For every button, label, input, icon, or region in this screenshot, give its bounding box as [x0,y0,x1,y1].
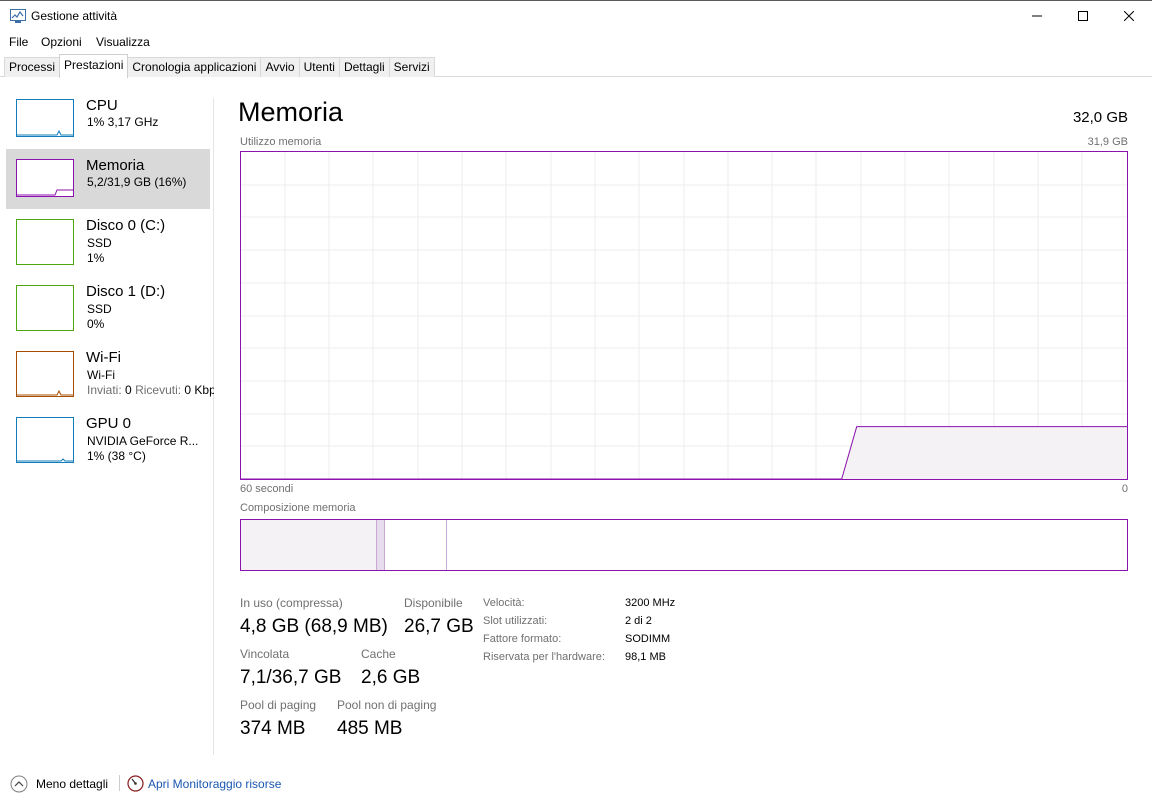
sidebar-item-title: Disco 0 (C:) [86,217,166,234]
close-button[interactable] [1106,0,1152,32]
sidebar-divider [213,98,214,755]
gpu-thumbnail-graph [16,417,74,463]
sidebar-item-disco-1[interactable]: Disco 1 (D:) SSD 0% [6,275,210,335]
nonpaged-pool-value: 485 MB [337,718,403,739]
tab-strip: Processi Prestazioni Cronologia applicaz… [4,54,435,78]
composition-standby [385,520,447,570]
composition-in-use [241,520,377,570]
sidebar-item-detail: NVIDIA GeForce R... [87,434,199,448]
footer-divider [119,775,120,791]
cpu-thumbnail-graph [16,99,74,137]
slots-label: Slot utilizzati: [483,615,548,627]
hardware-reserved-label: Riservata per l'hardware: [483,651,605,663]
cached-value: 2,6 GB [361,667,421,688]
available-label: Disponibile [404,596,463,610]
committed-value: 7,1/36,7 GB [240,667,342,688]
speed-value: 3200 MHz [625,597,676,609]
committed-label: Vincolata [240,647,290,661]
speed-label: Velocità: [483,597,525,609]
sidebar-item-usage: 0% [87,317,105,331]
sidebar-item-usage: 1% [87,251,105,265]
sidebar-item-detail: 1% 3,17 GHz [87,115,159,129]
tab-servizi[interactable]: Servizi [388,57,435,77]
open-resource-monitor-link[interactable]: Apri Monitoraggio risorse [127,774,297,794]
maximize-button[interactable] [1060,0,1106,32]
wifi-thumbnail-graph [16,351,74,397]
in-use-label: In uso (compressa) [240,596,343,610]
total-memory: 32,0 GB [1072,109,1128,126]
available-value: 26,7 GB [404,616,474,637]
received-value: 0 Kbp [184,383,214,397]
cached-label: Cache [361,647,396,661]
menu-opzioni[interactable]: Opzioni [41,35,82,49]
slots-value: 2 di 2 [625,615,652,627]
composition-label: Composizione memoria [240,502,356,514]
maximize-icon [1078,11,1088,21]
paged-pool-value: 374 MB [240,718,306,739]
tab-dettagli[interactable]: Dettagli [338,57,390,77]
memory-thumbnail-graph [16,159,74,197]
in-use-value: 4,8 GB (68,9 MB) [240,616,388,637]
paged-pool-label: Pool di paging [240,698,317,712]
sidebar-item-detail: SSD [87,302,112,316]
sidebar-item-gpu-0[interactable]: GPU 0 NVIDIA GeForce R... 1% (38 °C) [6,407,210,467]
sidebar-item-cpu[interactable]: CPU 1% 3,17 GHz [6,89,210,149]
graph-axis-right: 0 [1121,483,1128,495]
sidebar-item-title: Disco 1 (D:) [86,283,166,300]
less-details-button[interactable]: Meno dettagli [10,774,130,794]
window-title: Gestione attività [31,9,118,23]
resource-monitor-label: Apri Monitoraggio risorse [148,777,282,791]
disk1-thumbnail-graph [16,285,74,331]
chevron-up-icon [10,775,28,793]
memory-usage-graph [240,151,1128,480]
disk0-thumbnail-graph [16,219,74,265]
sidebar-item-wifi[interactable]: Wi-Fi Wi-Fi Inviati: 0 Ricevuti: 0 Kbp [6,341,214,401]
tab-avvio[interactable]: Avvio [260,57,300,77]
sidebar-item-title: Memoria [86,157,145,174]
menu-file[interactable]: File [9,35,28,49]
resource-monitor-icon [127,775,144,792]
close-icon [1124,11,1134,21]
sidebar-item-memoria[interactable]: Memoria 5,2/31,9 GB (16%) [6,149,210,209]
page-title: Memoria [238,97,344,127]
hardware-reserved-value: 98,1 MB [625,651,666,663]
sidebar-item-throughput: Inviati: 0 Ricevuti: 0 Kbp [87,383,214,397]
less-details-label: Meno dettagli [36,777,109,791]
tab-processi[interactable]: Processi [4,57,61,77]
graph-label: Utilizzo memoria [240,136,322,148]
memory-composition-bar [240,519,1128,571]
sidebar-item-detail: Wi-Fi [87,368,115,382]
composition-modified [377,520,385,570]
sidebar-item-title: CPU [86,97,118,114]
menu-visualizza[interactable]: Visualizza [96,35,150,49]
form-factor-value: SODIMM [625,633,671,645]
nonpaged-pool-label: Pool non di paging [337,698,437,712]
sidebar-item-disco-0[interactable]: Disco 0 (C:) SSD 1% [6,209,210,269]
sidebar-item-title: GPU 0 [86,415,132,432]
graph-max: 31,9 GB [1087,136,1128,148]
sent-value: 0 [125,383,132,397]
minimize-icon [1032,15,1042,17]
tab-prestazioni[interactable]: Prestazioni [59,54,129,78]
memory-usage-chart [241,152,1127,479]
sidebar-item-detail: 5,2/31,9 GB (16%) [87,175,187,189]
form-factor-label: Fattore formato: [483,633,562,645]
minimize-button[interactable] [1014,0,1060,32]
title-bar[interactable] [0,0,1152,32]
task-manager-icon [10,9,26,23]
sidebar-item-title: Wi-Fi [86,349,121,366]
sidebar-item-usage: 1% (38 °C) [87,449,146,463]
tab-utenti[interactable]: Utenti [298,57,340,77]
graph-axis-left: 60 secondi [240,483,294,495]
tab-cronologia-applicazioni[interactable]: Cronologia applicazioni [127,57,262,77]
received-label: Ricevuti: [135,383,182,397]
sidebar-item-detail: SSD [87,236,112,250]
sent-label: Inviati: [87,383,122,397]
